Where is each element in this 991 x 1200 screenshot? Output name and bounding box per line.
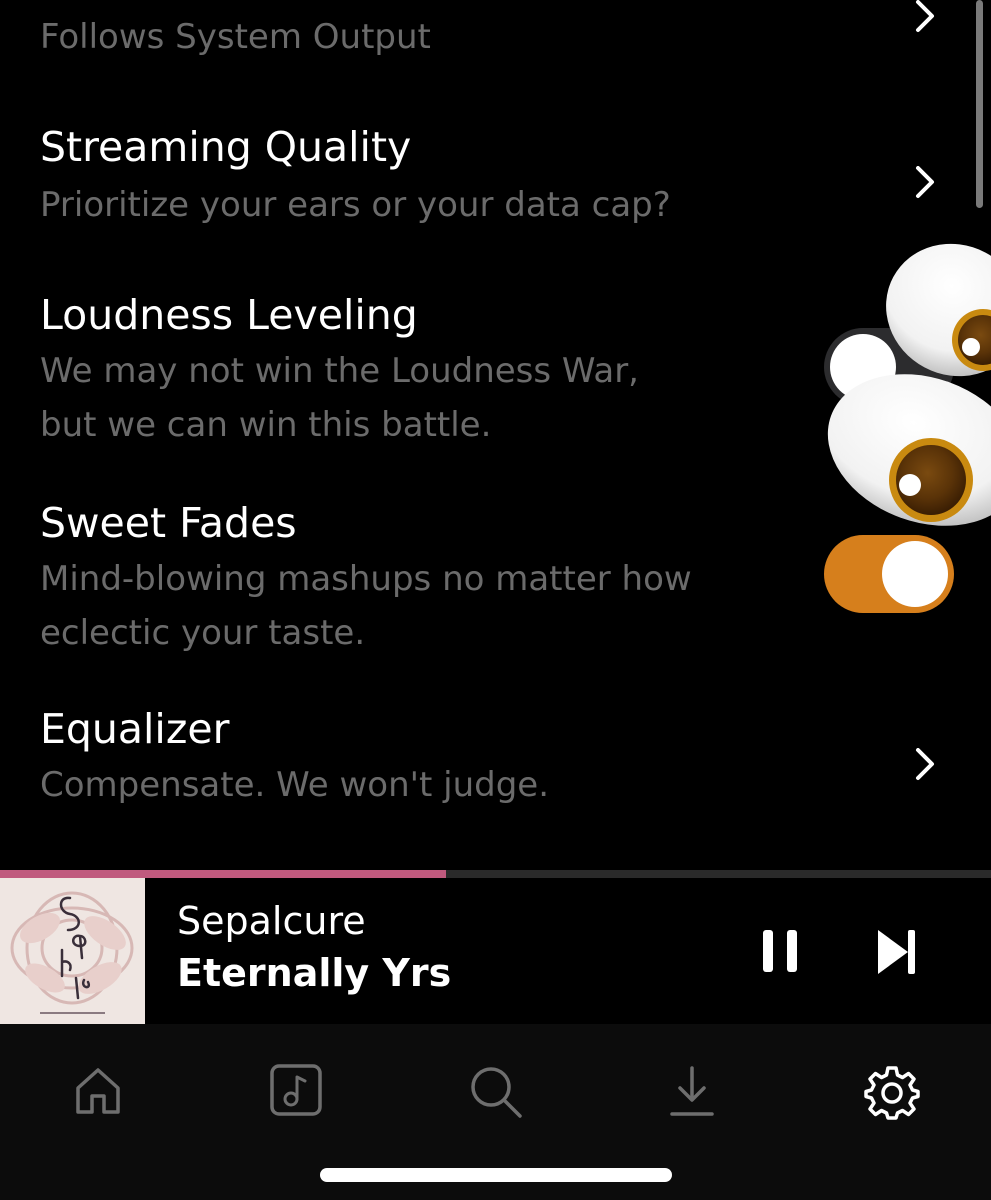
- scrollbar[interactable]: [976, 0, 983, 208]
- streaming-quality-subtitle: Prioritize your ears or your data cap?: [40, 185, 671, 225]
- sweet-fades-title: Sweet Fades: [40, 499, 297, 547]
- tab-downloads[interactable]: [652, 1054, 732, 1134]
- playback-progress-fill: [0, 870, 446, 878]
- now-playing-artist: Sepalcure: [177, 899, 366, 943]
- sweet-fades-subtitle-line1: Mind-blowing mashups no matter how: [40, 559, 692, 599]
- tab-search[interactable]: [454, 1054, 534, 1134]
- skip-next-icon[interactable]: [868, 924, 924, 980]
- equalizer-subtitle: Compensate. We won't judge.: [40, 765, 550, 805]
- equalizer-title: Equalizer: [40, 705, 230, 753]
- gear-icon: [864, 1066, 920, 1120]
- playback-progress-bar[interactable]: [0, 870, 991, 878]
- now-playing-bar[interactable]: Sepalcure Eternally Yrs: [0, 878, 991, 1024]
- eyes-emoji-icon: [827, 243, 991, 526]
- chevron-right-icon: [916, 0, 934, 32]
- now-playing-track: Eternally Yrs: [177, 951, 452, 995]
- home-indicator[interactable]: [320, 1168, 672, 1182]
- download-icon: [670, 1066, 714, 1116]
- streaming-quality-title: Streaming Quality: [40, 123, 412, 171]
- chevron-right-icon: [916, 166, 934, 198]
- tab-home[interactable]: [58, 1054, 138, 1134]
- loudness-leveling-title: Loudness Leveling: [40, 291, 418, 339]
- toggle-knob: [882, 541, 948, 607]
- loudness-leveling-subtitle-line2: but we can win this battle.: [40, 405, 492, 445]
- sweet-fades-toggle[interactable]: [824, 535, 954, 613]
- sweet-fades-subtitle-line2: eclectic your taste.: [40, 613, 366, 653]
- library-icon: [270, 1064, 322, 1116]
- settings-row-equalizer[interactable]: Equalizer Compensate. We won't judge.: [0, 700, 991, 830]
- home-icon: [76, 1068, 120, 1114]
- output-subtitle: Follows System Output: [40, 17, 431, 57]
- settings-list: Follows System Output Streaming Quality …: [0, 0, 991, 870]
- pause-icon[interactable]: [752, 926, 808, 978]
- album-art[interactable]: [0, 878, 145, 1024]
- search-icon: [471, 1067, 522, 1118]
- tab-settings[interactable]: [850, 1054, 930, 1134]
- loudness-leveling-subtitle-line1: We may not win the Loudness War,: [40, 351, 639, 391]
- tab-library[interactable]: [256, 1054, 336, 1134]
- settings-row-output[interactable]: Follows System Output: [0, 0, 991, 100]
- chevron-right-icon: [916, 748, 934, 780]
